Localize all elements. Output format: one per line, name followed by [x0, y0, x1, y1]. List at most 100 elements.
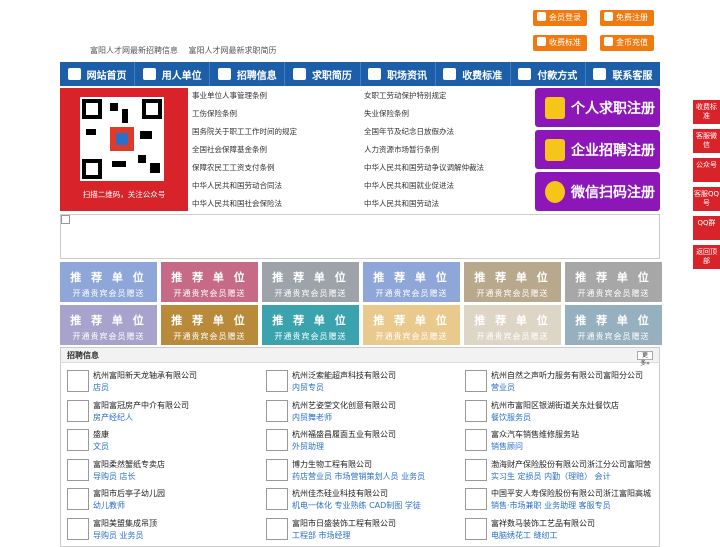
- nav-home[interactable]: 网站首页: [60, 62, 136, 86]
- law-link[interactable]: 国务院关于职工工作时间的规定: [192, 126, 297, 137]
- recommended-company-tile[interactable]: 推 荐 单 位开通贵宾会员赠送: [464, 305, 561, 345]
- company-register-button[interactable]: 企业招聘注册: [535, 130, 660, 169]
- side-pricing-button[interactable]: 收费标准: [693, 100, 720, 124]
- login-button[interactable]: 会员登录: [533, 10, 587, 26]
- law-link[interactable]: 保障农民工工资支付条例: [192, 162, 275, 173]
- job-position[interactable]: 内贸专员: [292, 382, 324, 393]
- job-item[interactable]: 渤海财产保险股份有限公司浙江分公司富阳营 实习生 定损员 内勤（理赔） 会计: [459, 457, 654, 487]
- nav-news[interactable]: 职场资讯: [361, 62, 436, 86]
- latest-jobs-link[interactable]: 富阳人才网最新招聘信息: [90, 46, 178, 55]
- recommended-company-tile[interactable]: 推 荐 单 位开通贵宾会员赠送: [565, 305, 662, 345]
- company-name[interactable]: 中国平安人寿保险股份有限公司浙江富阳高城: [491, 488, 651, 499]
- job-item[interactable]: 博力生物工程有限公司 药店营业员 市场营销策划人员 业务员: [260, 457, 455, 487]
- recommended-company-tile[interactable]: 推 荐 单 位开通贵宾会员赠送: [363, 305, 460, 345]
- nav-support[interactable]: 联系客服: [586, 62, 660, 86]
- law-link[interactable]: 中华人民共和国就业促进法: [364, 180, 454, 191]
- job-position[interactable]: 文员: [93, 441, 109, 452]
- pricing-button[interactable]: 收费标准: [533, 35, 587, 51]
- job-item[interactable]: 杭州艺姿堂文化创意有限公司 内贸舞老师: [260, 398, 455, 428]
- law-link[interactable]: 中华人民共和国劳动法: [364, 198, 439, 209]
- law-link[interactable]: 失业保险条例: [364, 108, 409, 119]
- law-link[interactable]: 全国社会保障基金条例: [192, 144, 267, 155]
- job-item[interactable]: 富众汽车销售维修服务站 销售顾问: [459, 427, 654, 457]
- recommended-company-tile[interactable]: 推 荐 单 位开通贵宾会员赠送: [161, 305, 258, 345]
- nav-employers[interactable]: 用人单位: [135, 62, 211, 86]
- company-name[interactable]: 杭州市富阳区银湖街道关东灶餐饮店: [491, 400, 619, 411]
- job-item[interactable]: 杭州富阳新天龙轴承有限公司 店员: [61, 368, 256, 398]
- company-name[interactable]: 盛康: [93, 429, 109, 440]
- job-position[interactable]: 幼儿教师: [93, 500, 125, 511]
- job-item[interactable]: 杭州市富阳区银湖街道关东灶餐饮店 餐饮服务员: [459, 398, 654, 428]
- job-position[interactable]: 店员: [93, 382, 109, 393]
- law-link[interactable]: 事业单位人事管理条例: [192, 90, 267, 101]
- recommended-company-tile[interactable]: 推 荐 单 位开通贵宾会员赠送: [565, 262, 662, 302]
- company-name[interactable]: 富祥数马装饰工艺品有限公司: [491, 518, 595, 529]
- side-official-account-button[interactable]: 公众号: [693, 158, 720, 182]
- job-item[interactable]: 杭州泛索能超声科技有限公司 内贸专员: [260, 368, 455, 398]
- job-seeker-register-button[interactable]: 个人求职注册: [535, 88, 660, 127]
- recommended-company-tile[interactable]: 推 荐 单 位开通贵宾会员赠送: [363, 262, 460, 302]
- job-position[interactable]: 内贸舞老师: [292, 412, 332, 423]
- recommended-company-tile[interactable]: 推 荐 单 位开通贵宾会员赠送: [262, 305, 359, 345]
- job-position[interactable]: 营业员: [491, 382, 515, 393]
- job-position[interactable]: 机电一体化 专业熟练 CAD制图 学徒: [292, 500, 421, 511]
- company-name[interactable]: 富阳富冠房产中介有限公司: [93, 400, 189, 411]
- company-name[interactable]: 富阳市日盛装饰工程有限公司: [292, 518, 396, 529]
- job-item[interactable]: 杭州佳杰硅业科技有限公司 机电一体化 专业熟练 CAD制图 学徒: [260, 486, 455, 516]
- law-link[interactable]: 工伤保险条例: [192, 108, 237, 119]
- company-name[interactable]: 富阳市后亭子幼儿园: [93, 488, 165, 499]
- law-link[interactable]: 中华人民共和国劳动争议调解仲裁法: [364, 162, 484, 173]
- job-position[interactable]: 药店营业员 市场营销策划人员 业务员: [292, 471, 425, 482]
- law-link[interactable]: 人力资源市场暂行条例: [364, 144, 439, 155]
- company-name[interactable]: 杭州自然之声听力服务有限公司富阳分公司: [491, 370, 643, 381]
- latest-resumes-link[interactable]: 富阳人才网最新求职简历: [189, 46, 277, 55]
- company-name[interactable]: 富阳美盟集成吊顶: [93, 518, 157, 529]
- register-button[interactable]: 免费注册: [600, 10, 654, 26]
- back-to-top-button[interactable]: 返回顶部: [693, 245, 720, 269]
- side-qq-service-button[interactable]: 客服QQ号: [693, 187, 720, 211]
- job-item[interactable]: 富阳美盟集成吊顶 导购员 业务员: [61, 516, 256, 546]
- law-link[interactable]: 女职工劳动保护特别规定: [364, 90, 447, 101]
- recharge-button[interactable]: 金币充值: [600, 35, 654, 51]
- recommended-company-tile[interactable]: 推 荐 单 位开通贵宾会员赠送: [60, 262, 157, 302]
- company-name[interactable]: 杭州福盛昌履面五业有限公司: [292, 429, 396, 440]
- recommended-company-tile[interactable]: 推 荐 单 位开通贵宾会员赠送: [161, 262, 258, 302]
- company-name[interactable]: 杭州富阳新天龙轴承有限公司: [93, 370, 197, 381]
- job-item[interactable]: 富阳富冠房产中介有限公司 房产经纪人: [61, 398, 256, 428]
- company-name[interactable]: 渤海财产保险股份有限公司浙江分公司富阳营: [491, 459, 651, 470]
- nav-pricing[interactable]: 收费标准: [436, 62, 511, 86]
- job-item[interactable]: 中国平安人寿保险股份有限公司浙江富阳高城 销售·市场兼职 业务助理 客服专员: [459, 486, 654, 516]
- job-position[interactable]: 实习生 定损员 内勤（理赔） 会计: [491, 471, 611, 482]
- job-item[interactable]: 富阳市后亭子幼儿园 幼儿教师: [61, 486, 256, 516]
- company-name[interactable]: 富众汽车销售维修服务站: [491, 429, 579, 440]
- law-link[interactable]: 中华人民共和国劳动合同法: [192, 180, 282, 191]
- more-link[interactable]: 更多»: [637, 351, 653, 367]
- recommended-company-tile[interactable]: 推 荐 单 位开通贵宾会员赠送: [60, 305, 157, 345]
- job-item[interactable]: 杭州福盛昌履面五业有限公司 外贸助理: [260, 427, 455, 457]
- job-position[interactable]: 导购员 业务员: [93, 530, 144, 541]
- side-wechat-service-button[interactable]: 客服微信: [693, 129, 720, 153]
- recommended-company-tile[interactable]: 推 荐 单 位开通贵宾会员赠送: [262, 262, 359, 302]
- nav-payment[interactable]: 付款方式: [511, 62, 586, 86]
- job-position[interactable]: 房产经纪人: [93, 412, 133, 423]
- job-position[interactable]: 工程部 市场经理: [292, 530, 351, 541]
- law-link[interactable]: 中华人民共和国社会保险法: [192, 198, 282, 209]
- job-item[interactable]: 杭州自然之声听力服务有限公司富阳分公司 营业员: [459, 368, 654, 398]
- banner-ad[interactable]: [60, 214, 660, 259]
- job-item[interactable]: 富祥数马装饰工艺品有限公司 电脑绣花工 缝纫工: [459, 516, 654, 546]
- company-name[interactable]: 杭州泛索能超声科技有限公司: [292, 370, 396, 381]
- job-item[interactable]: 富阳市日盛装饰工程有限公司 工程部 市场经理: [260, 516, 455, 546]
- job-position[interactable]: 导购员 店长: [93, 471, 136, 482]
- job-item[interactable]: 富阳柔然蟹纸专卖店 导购员 店长: [61, 457, 256, 487]
- law-link[interactable]: 全国年节及纪念日放假办法: [364, 126, 454, 137]
- company-name[interactable]: 杭州艺姿堂文化创意有限公司: [292, 400, 396, 411]
- wechat-register-button[interactable]: 微信扫码注册: [535, 172, 660, 211]
- job-position[interactable]: 销售·市场兼职 业务助理 客服专员: [491, 500, 611, 511]
- company-name[interactable]: 富阳柔然蟹纸专卖店: [93, 459, 165, 470]
- job-item[interactable]: 盛康 文员: [61, 427, 256, 457]
- side-qq-group-button[interactable]: QQ群: [693, 216, 720, 240]
- recommended-company-tile[interactable]: 推 荐 单 位开通贵宾会员赠送: [464, 262, 561, 302]
- nav-resumes[interactable]: 求职简历: [285, 62, 361, 86]
- job-position[interactable]: 销售顾问: [491, 441, 523, 452]
- job-position[interactable]: 餐饮服务员: [491, 412, 531, 423]
